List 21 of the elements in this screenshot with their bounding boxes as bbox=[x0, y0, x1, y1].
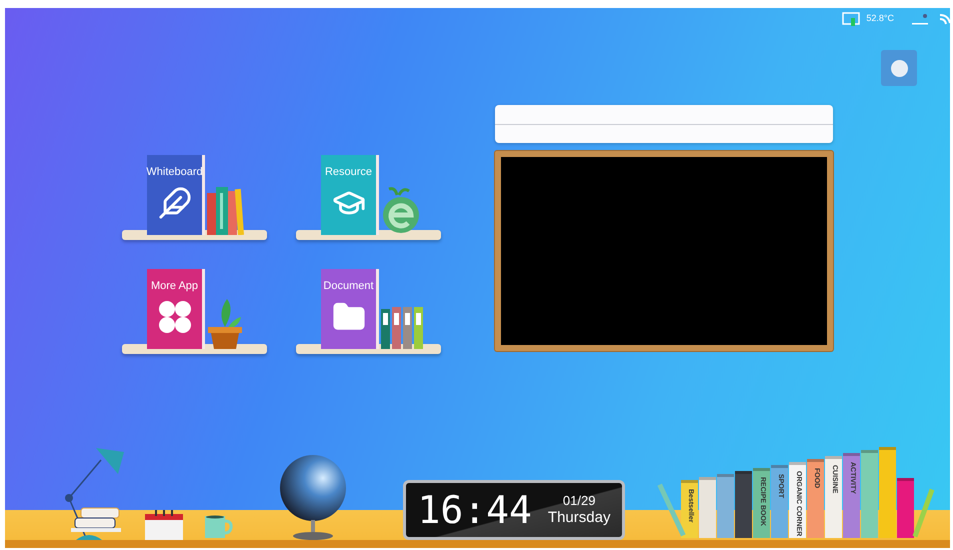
toggle-button[interactable] bbox=[881, 50, 917, 86]
app-shortcut[interactable]: Whiteboard bbox=[122, 150, 267, 240]
clock-time: 16:44 bbox=[418, 491, 532, 529]
app-shortcut[interactable]: Document bbox=[296, 264, 441, 354]
letter-e-drawing bbox=[381, 187, 421, 235]
temperature: 52.8°C bbox=[866, 12, 894, 26]
display-icon bbox=[842, 12, 860, 26]
app-label: More App bbox=[150, 281, 198, 292]
clock-weekday: Thursday bbox=[548, 508, 610, 528]
wifi-icon bbox=[940, 12, 950, 26]
app-label: Document bbox=[323, 281, 374, 292]
app-label: Whiteboard bbox=[146, 167, 203, 178]
clover-icon bbox=[158, 300, 192, 334]
mug-drawing bbox=[203, 514, 233, 540]
app-shortcut[interactable]: Resource bbox=[296, 150, 441, 240]
app-shortcut[interactable]: More App bbox=[122, 264, 267, 354]
potted-plant-drawing bbox=[207, 297, 243, 349]
app-label: Resource bbox=[324, 167, 372, 178]
feather-icon bbox=[158, 186, 192, 220]
calendar-drawing bbox=[145, 510, 183, 540]
clock-date: 01/29 bbox=[562, 492, 596, 509]
